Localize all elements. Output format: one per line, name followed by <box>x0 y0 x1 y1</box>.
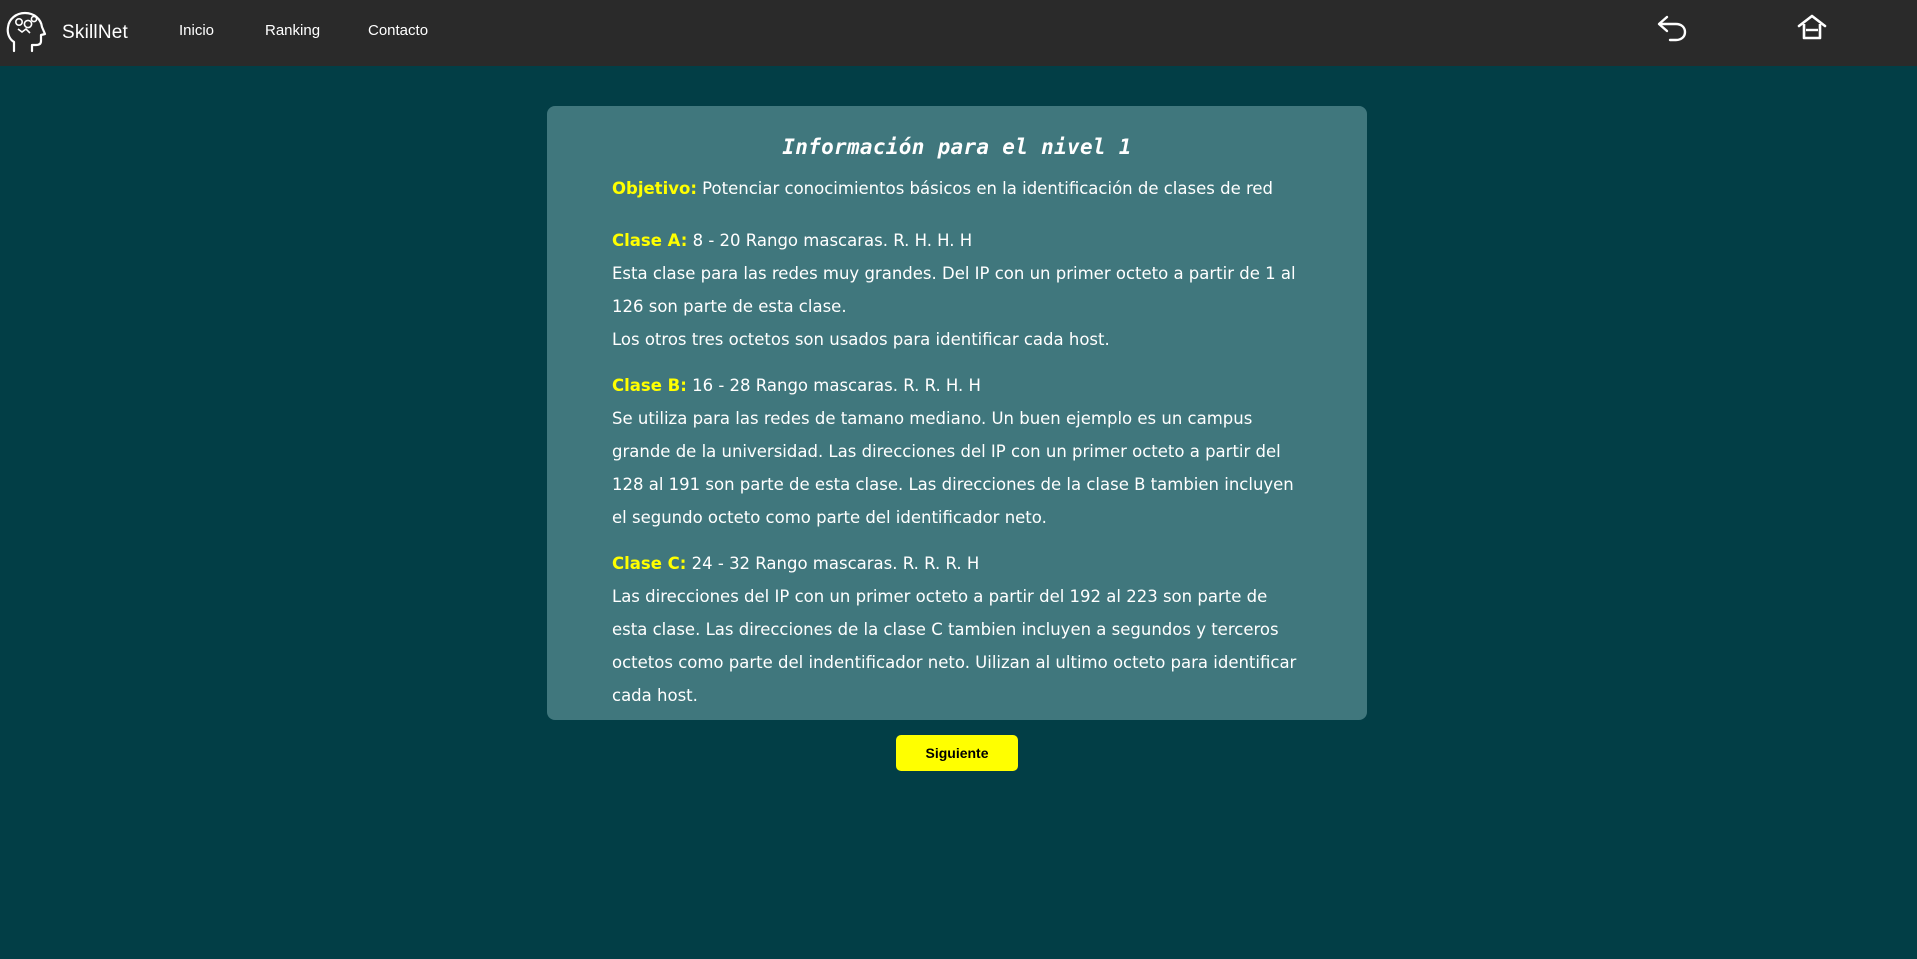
class-a-label: Clase A: <box>612 231 688 250</box>
class-c-range: 24 - 32 Rango mascaras. R. R. R. H <box>691 554 980 573</box>
class-a-section: Clase A: 8 - 20 Rango mascaras. R. H. H.… <box>612 224 1302 356</box>
class-a-host-note: Los otros tres octetos son usados para i… <box>612 330 1110 349</box>
head-gears-icon <box>6 11 47 53</box>
class-a-range: 8 - 20 Rango mascaras. R. H. H. H <box>692 231 973 250</box>
level-info-card: Información para el nivel 1 Objetivo: Po… <box>547 106 1367 720</box>
page-title: Información para el nivel 1 <box>782 135 1132 159</box>
top-navbar: SkillNet Inicio Ranking Contacto <box>0 0 1917 66</box>
objective-label: Objetivo: <box>612 179 697 198</box>
brand-name: SkillNet <box>62 22 129 43</box>
back-arrow-icon[interactable] <box>1656 12 1688 44</box>
class-c-label: Clase C: <box>612 554 687 573</box>
next-button[interactable]: Siguiente <box>896 735 1018 771</box>
home-icon[interactable] <box>1796 12 1828 44</box>
nav-link-inicio[interactable]: Inicio <box>179 22 214 39</box>
class-b-heading: Clase B: 16 - 28 Rango mascaras. R. R. H… <box>612 369 1302 402</box>
class-a-description: Esta clase para las redes muy grandes. D… <box>612 264 1296 316</box>
class-b-section: Clase B: 16 - 28 Rango mascaras. R. R. H… <box>612 369 1302 534</box>
class-a-heading: Clase A: 8 - 20 Rango mascaras. R. H. H.… <box>612 224 1302 257</box>
class-c-description: Las direcciones del IP con un primer oct… <box>612 587 1297 705</box>
class-c-heading: Clase C: 24 - 32 Rango mascaras. R. R. R… <box>612 547 1302 580</box>
nav-link-contacto[interactable]: Contacto <box>368 22 428 39</box>
class-b-range: 16 - 28 Rango mascaras. R. R. H. H <box>692 376 981 395</box>
class-b-description: Se utiliza para las redes de tamano medi… <box>612 409 1294 527</box>
objective-paragraph: Objetivo: Potenciar conocimientos básico… <box>612 172 1302 205</box>
brand-link[interactable]: SkillNet <box>6 8 128 58</box>
nav-link-ranking[interactable]: Ranking <box>265 22 320 39</box>
objective-text: Potenciar conocimientos básicos en la id… <box>702 179 1274 198</box>
class-c-section: Clase C: 24 - 32 Rango mascaras. R. R. R… <box>612 547 1302 712</box>
class-b-label: Clase B: <box>612 376 687 395</box>
